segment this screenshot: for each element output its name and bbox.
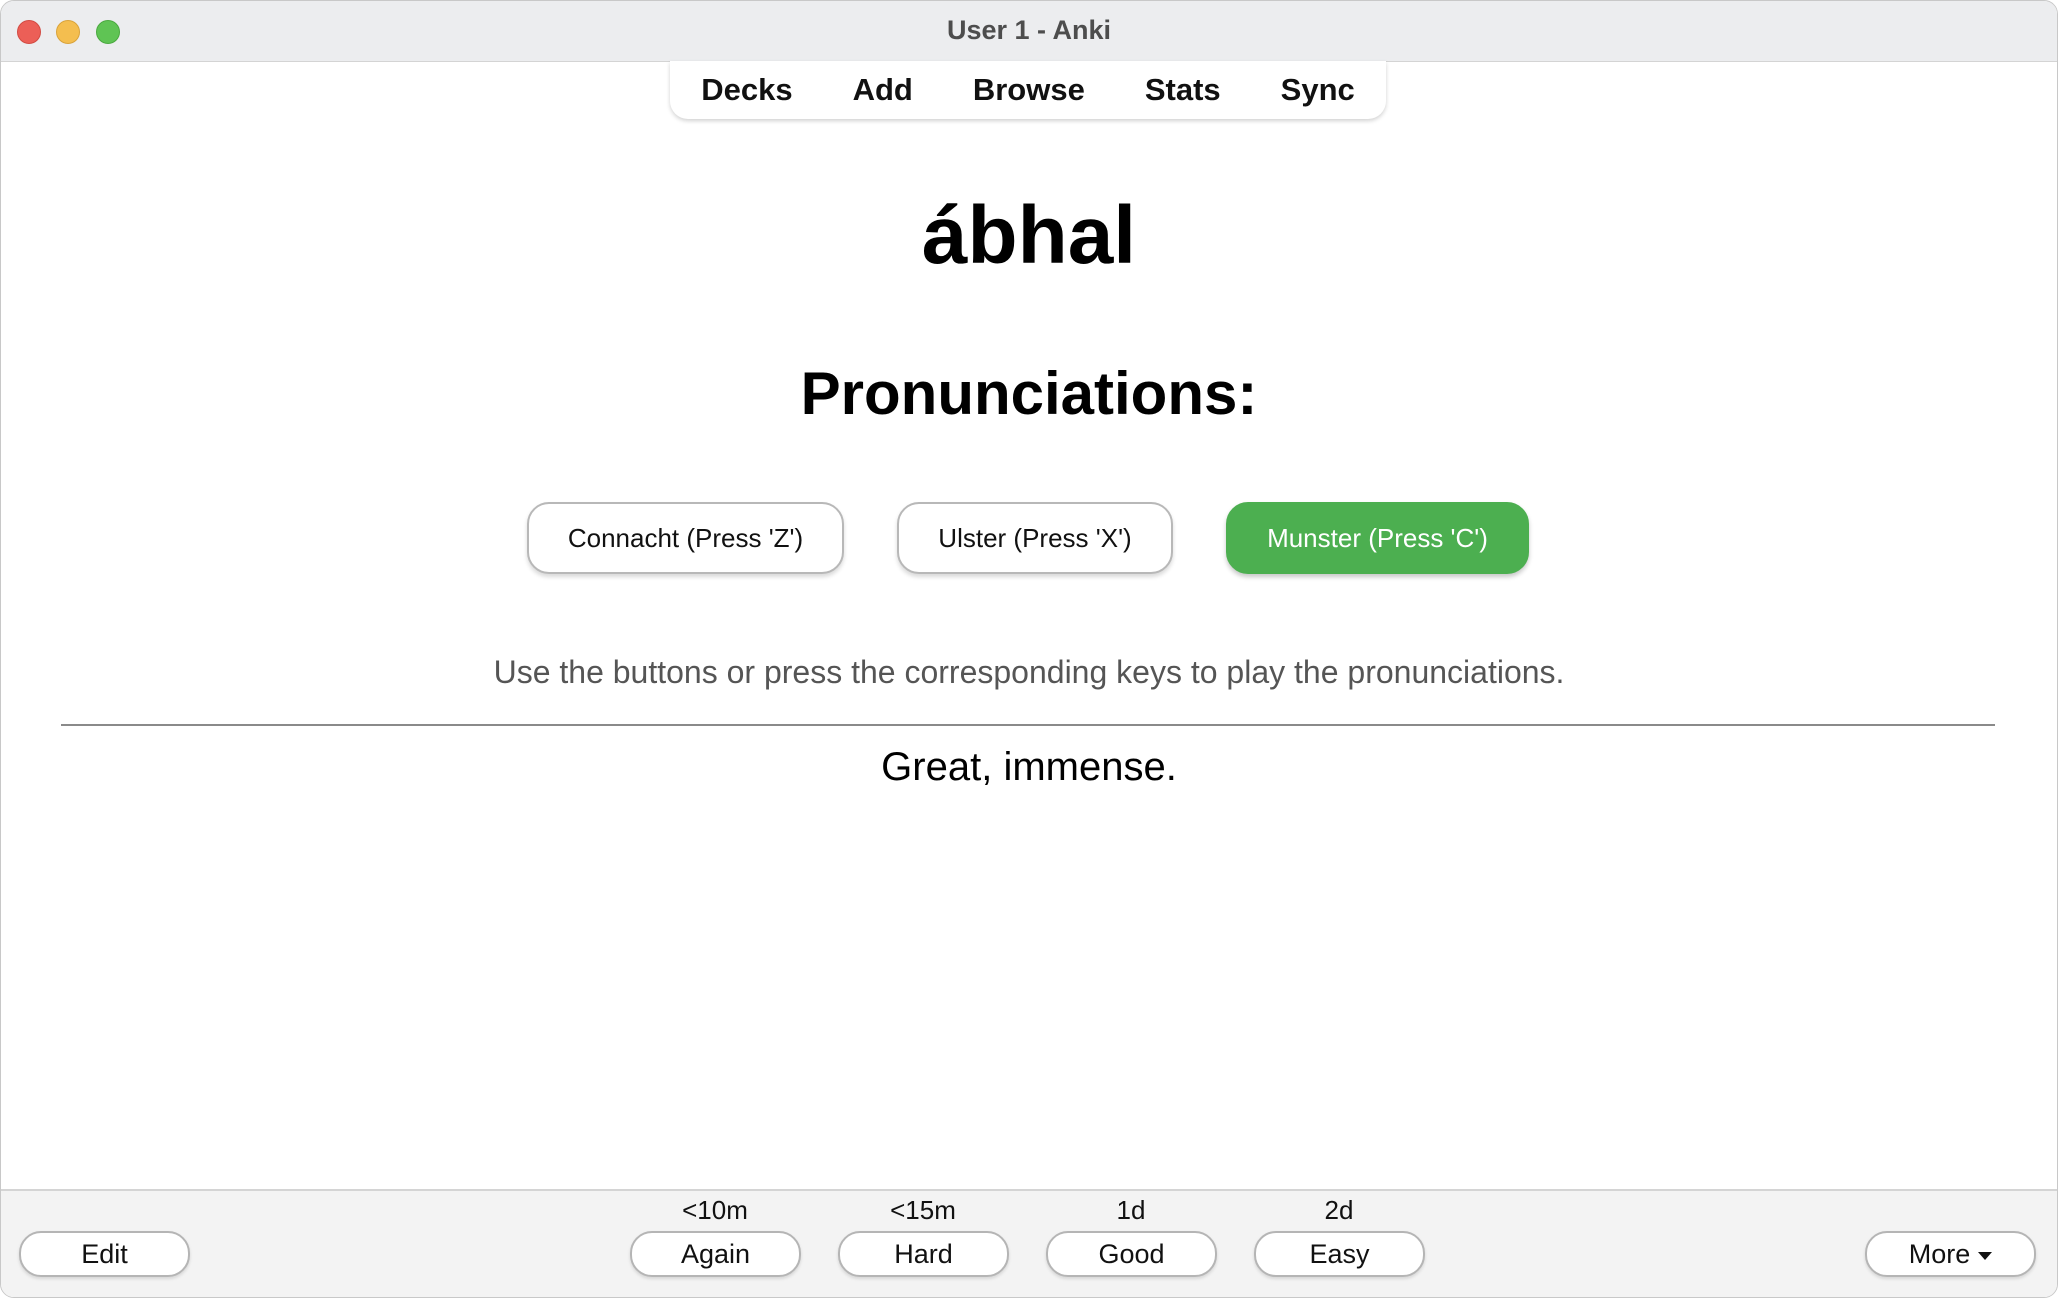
- hard-button[interactable]: Hard: [838, 1231, 1009, 1277]
- card-answer: Great, immense.: [881, 745, 1177, 789]
- answer-divider: [61, 724, 1995, 726]
- nav-decks[interactable]: Decks: [671, 72, 822, 108]
- again-interval: <10m: [682, 1195, 748, 1225]
- nav-add[interactable]: Add: [823, 72, 943, 108]
- pronunciations-heading: Pronunciations:: [800, 360, 1258, 427]
- easy-button[interactable]: Easy: [1254, 1231, 1425, 1277]
- easy-interval: 2d: [1324, 1195, 1354, 1225]
- nav-browse[interactable]: Browse: [943, 72, 1115, 108]
- anki-window: User 1 - Anki Decks Add Browse Stats Syn…: [0, 0, 2058, 1298]
- instructions-text: Use the buttons or press the correspondi…: [493, 654, 1565, 690]
- nav-stats[interactable]: Stats: [1115, 72, 1251, 108]
- good-button[interactable]: Good: [1046, 1231, 1217, 1277]
- hard-interval: <15m: [890, 1195, 956, 1225]
- more-button[interactable]: More: [1865, 1231, 2036, 1277]
- bottom-bar: Edit <10m Again <15m Hard 1d Good 2d Eas…: [1, 1189, 2057, 1297]
- chevron-down-icon: [1978, 1252, 1993, 1260]
- pronunciation-connacht-button[interactable]: Connacht (Press 'Z'): [527, 502, 844, 574]
- pronunciation-munster-button[interactable]: Munster (Press 'C'): [1226, 502, 1529, 574]
- window-title: User 1 - Anki: [946, 15, 1112, 45]
- edit-button[interactable]: Edit: [19, 1231, 190, 1277]
- again-button[interactable]: Again: [630, 1231, 801, 1277]
- top-nav: Decks Add Browse Stats Sync: [670, 61, 1386, 119]
- good-interval: 1d: [1116, 1195, 1146, 1225]
- pronunciation-ulster-button[interactable]: Ulster (Press 'X'): [897, 502, 1173, 574]
- title-bar: User 1 - Anki: [1, 1, 2057, 62]
- nav-sync[interactable]: Sync: [1251, 72, 1385, 108]
- card-word: ábhal: [921, 190, 1137, 281]
- more-label: More: [1908, 1238, 1971, 1269]
